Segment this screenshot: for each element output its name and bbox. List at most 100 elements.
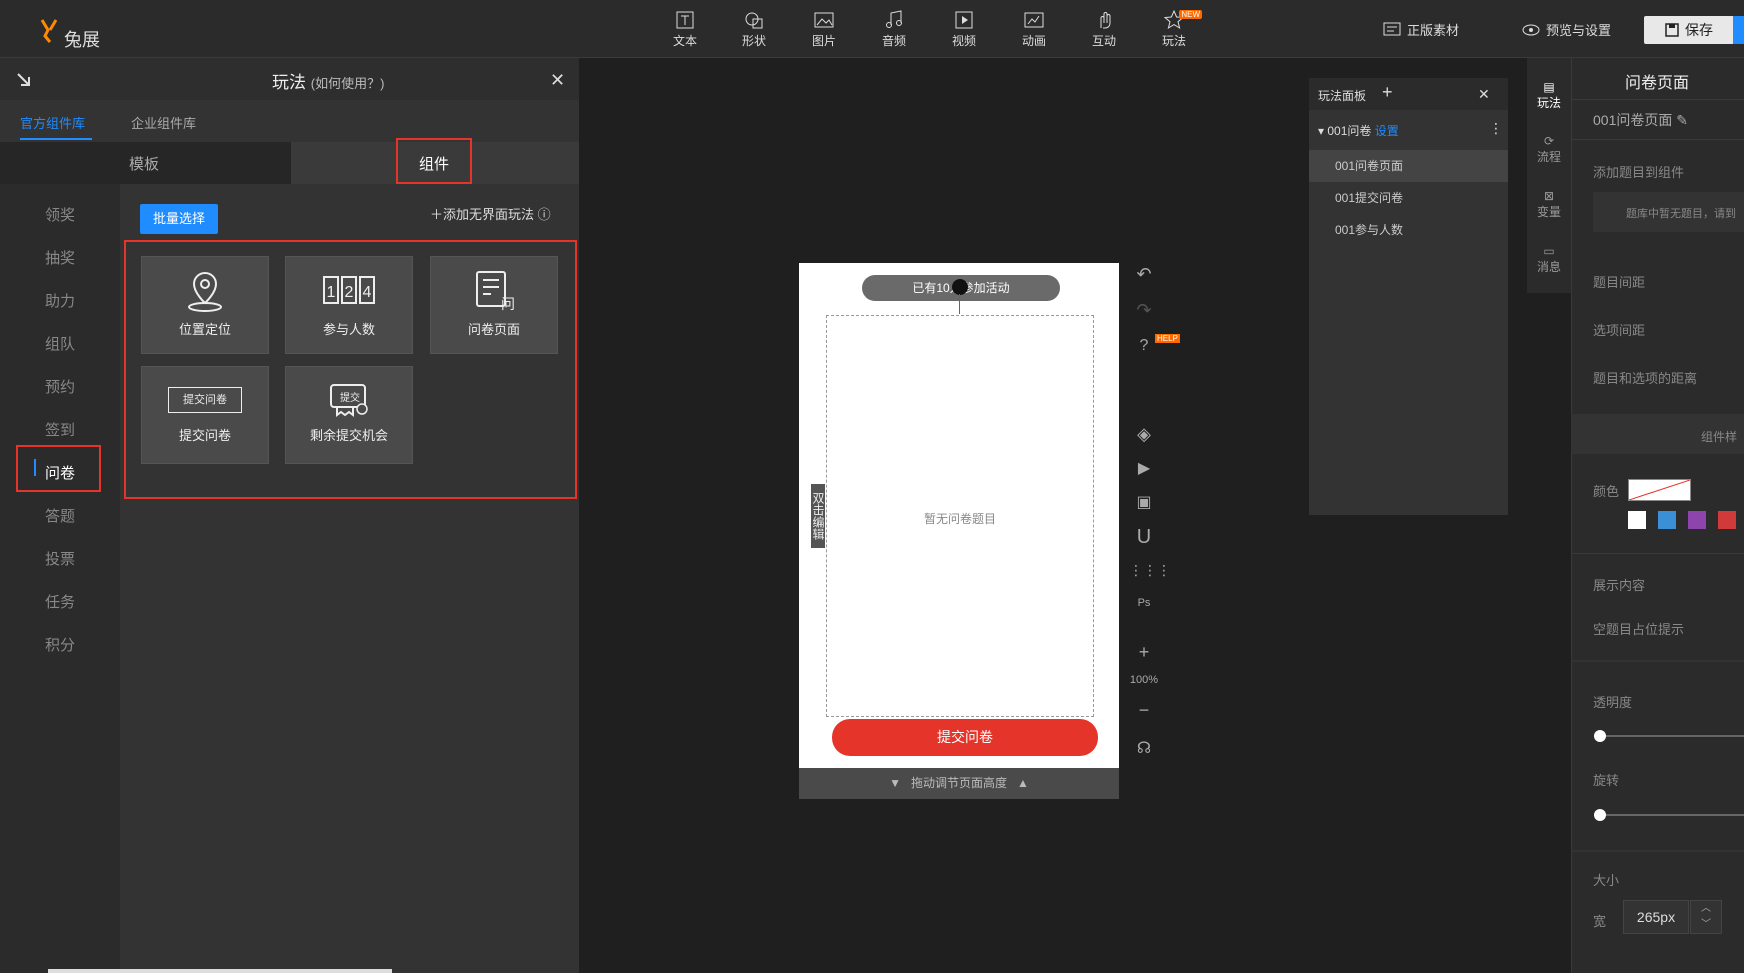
add-borderless-label: 添加无界面玩法 <box>443 207 535 222</box>
nav-variable[interactable]: ⊠ 变量 <box>1527 189 1571 220</box>
nav-message[interactable]: ▭ 消息 <box>1527 244 1571 275</box>
category-item[interactable]: 任务 <box>0 583 120 623</box>
document-icon <box>1383 22 1401 35</box>
preview-settings-label: 预览与设置 <box>1546 23 1612 38</box>
logo-text: 兔展 <box>64 30 100 50</box>
how-to-use-link[interactable]: (如何使用？) <box>311 76 385 91</box>
eye-icon <box>1522 24 1540 35</box>
opacity-slider[interactable] <box>1598 735 1744 737</box>
tool-animation[interactable]: 动画 <box>1004 8 1064 54</box>
category-item[interactable]: 投票 <box>0 540 120 580</box>
category-item[interactable]: 抽奖 <box>0 239 120 279</box>
text-icon <box>676 11 694 29</box>
undo-icon[interactable]: ↶ <box>1129 264 1159 290</box>
color-picker[interactable] <box>1628 479 1691 501</box>
more-icon[interactable]: ⋮ <box>1489 120 1503 137</box>
nav-label: 流程 <box>1536 150 1561 164</box>
document-edit-icon: ▤ <box>1543 80 1555 94</box>
publish-button[interactable] <box>1733 16 1744 44</box>
nav-flow[interactable]: ⟳ 流程 <box>1527 134 1571 165</box>
save-button[interactable]: 保存 <box>1644 16 1734 44</box>
panel-title-text: 玩法 <box>272 73 306 92</box>
horizontal-scrollbar[interactable] <box>48 969 392 973</box>
category-item-active[interactable]: 问卷 <box>0 454 120 494</box>
color-swatch[interactable] <box>1718 511 1736 529</box>
page-height-drag-bar[interactable]: ▼ 拖动调节页面高度 ▲ <box>799 768 1119 799</box>
tab-official-library[interactable]: 官方组件库 <box>20 113 85 132</box>
zoom-out-icon[interactable]: − <box>1129 700 1159 726</box>
component-card-submit[interactable]: 提交问卷 提交问卷 <box>141 366 269 464</box>
color-swatch[interactable] <box>1688 511 1706 529</box>
magnet-icon[interactable]: U <box>1129 526 1159 552</box>
category-item[interactable]: 积分 <box>0 626 120 666</box>
double-click-edit-tag[interactable]: 双击编辑 <box>811 484 825 548</box>
preview-settings-button[interactable]: 预览与设置 <box>1522 20 1611 39</box>
width-input[interactable]: 265px <box>1623 900 1689 934</box>
redo-icon[interactable]: ↷ <box>1129 300 1159 326</box>
color-swatch[interactable] <box>1658 511 1676 529</box>
tool-play[interactable]: 玩法 NEW <box>1144 8 1204 54</box>
divider <box>1571 139 1744 140</box>
variable-icon: ⊠ <box>1543 189 1555 203</box>
counter-icon: 124 <box>323 276 375 304</box>
submit-questionnaire-button[interactable]: 提交问卷 <box>832 719 1098 756</box>
play-item[interactable]: 001参与人数 <box>1309 214 1508 246</box>
tab-enterprise-library[interactable]: 企业组件库 <box>131 113 196 132</box>
category-item[interactable]: 答题 <box>0 497 120 537</box>
play-group[interactable]: ▾ 001问卷 设置 <box>1318 122 1399 139</box>
collapse-arrow-icon[interactable] <box>16 72 32 88</box>
width-label: 宽 <box>1593 914 1607 929</box>
close-icon[interactable]: ✕ <box>1478 86 1490 103</box>
page-name[interactable]: 001问卷页面 ✎ <box>1593 110 1688 130</box>
frame-icon[interactable]: ▣ <box>1129 492 1159 518</box>
pencil-icon: ✎ <box>1676 112 1688 128</box>
opacity-slider-knob[interactable] <box>1594 730 1606 742</box>
svg-text:2: 2 <box>345 284 354 301</box>
category-item[interactable]: 领奖 <box>0 196 120 236</box>
nav-play[interactable]: ▤ 玩法 <box>1527 80 1571 111</box>
divider <box>1571 99 1744 100</box>
svg-text:4: 4 <box>363 284 372 301</box>
play-item[interactable]: 001问卷页面 <box>1309 150 1508 182</box>
grid-icon[interactable]: ⋮⋮⋮ <box>1129 562 1171 588</box>
color-swatch[interactable] <box>1628 511 1646 529</box>
close-icon[interactable]: ✕ <box>550 70 565 91</box>
category-item[interactable]: 助力 <box>0 282 120 322</box>
layers-icon[interactable]: ◈ <box>1129 424 1159 450</box>
card-label: 剩余提交机会 <box>309 428 388 443</box>
caret-down-icon: ▼ <box>889 776 901 790</box>
zoom-in-icon[interactable]: + <box>1129 642 1159 668</box>
card-label: 问卷页面 <box>467 322 520 337</box>
component-card-location[interactable]: 位置定位 <box>141 256 269 354</box>
rotation-slider-knob[interactable] <box>1594 809 1606 821</box>
headset-icon[interactable]: ☊ <box>1129 738 1159 764</box>
drag-handle[interactable] <box>952 279 968 295</box>
rotation-slider[interactable] <box>1598 814 1744 816</box>
play-icon[interactable]: ▶ <box>1129 458 1159 484</box>
question-circle-icon: ⓘ <box>537 207 551 222</box>
licensed-material-button[interactable]: 正版素材 <box>1383 20 1459 39</box>
tool-interact[interactable]: 互动 <box>1074 8 1134 54</box>
category-item[interactable]: 预约 <box>0 368 120 408</box>
opacity-label: 透明度 <box>1593 695 1633 710</box>
component-card-questionnaire-page[interactable]: 问 问卷页面 <box>430 256 558 354</box>
tool-image[interactable]: 图片 <box>794 8 854 54</box>
ps-icon[interactable]: Ps <box>1129 597 1159 623</box>
group-settings-link[interactable]: 设置 <box>1375 124 1399 138</box>
component-card-participants[interactable]: 124 参与人数 <box>285 256 413 354</box>
add-icon[interactable]: + <box>1382 82 1393 103</box>
add-borderless-play-link[interactable]: ＋添加无界面玩法 ⓘ <box>430 204 551 223</box>
card-label: 位置定位 <box>178 322 231 337</box>
batch-select-button[interactable]: 批量选择 <box>140 204 218 234</box>
component-card-remaining-chances[interactable]: 提交 剩余提交机会 <box>285 366 413 464</box>
tab-component[interactable]: 组件 <box>419 153 449 174</box>
category-item[interactable]: 组队 <box>0 325 120 365</box>
width-stepper[interactable]: ︿ ﹀ <box>1690 900 1722 934</box>
licensed-material-label: 正版素材 <box>1407 23 1460 38</box>
tool-video[interactable]: 视频 <box>934 8 994 54</box>
tab-template[interactable]: 模板 <box>129 153 159 174</box>
tool-audio[interactable]: 音频 <box>864 8 924 54</box>
tool-shape[interactable]: 形状 <box>724 8 784 54</box>
tool-text[interactable]: 文本 <box>655 8 715 54</box>
play-item[interactable]: 001提交问卷 <box>1309 182 1508 214</box>
